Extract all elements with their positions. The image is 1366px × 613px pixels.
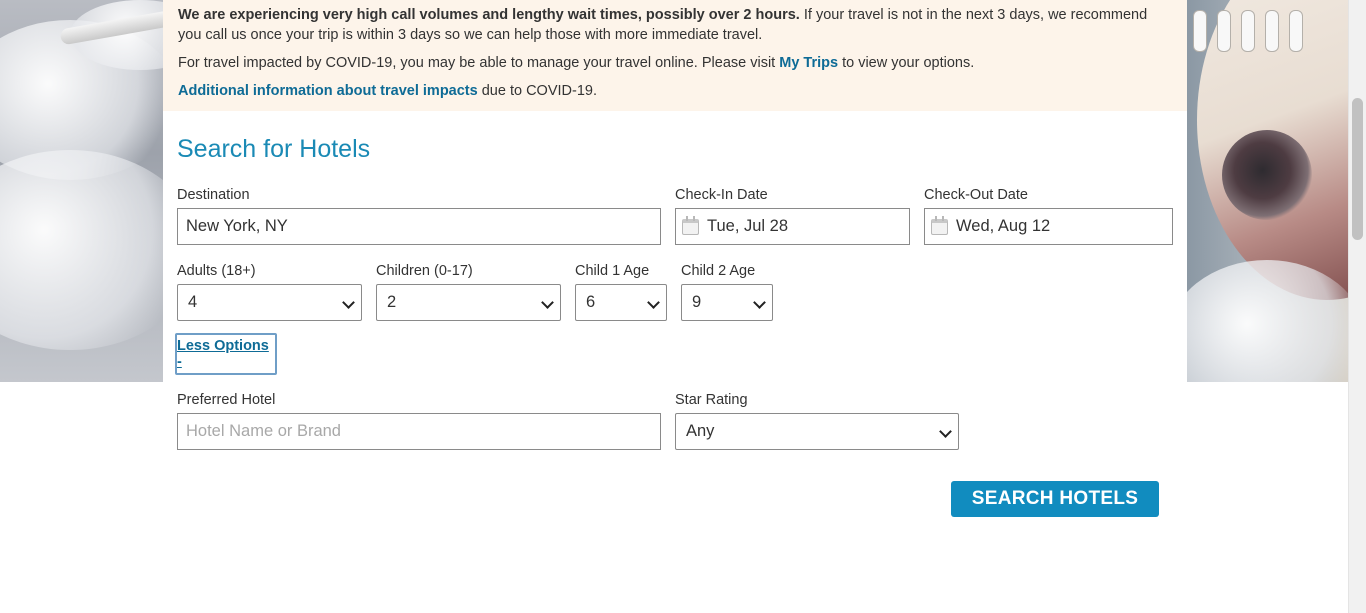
less-options-toggle[interactable]: Less Options - bbox=[175, 333, 277, 375]
checkin-date-value: Tue, Jul 28 bbox=[707, 217, 789, 235]
destination-input[interactable] bbox=[177, 208, 661, 245]
page-scrollbar[interactable] bbox=[1348, 0, 1366, 613]
travel-impacts-link[interactable]: Additional information about travel impa… bbox=[178, 83, 478, 99]
checkin-date-label: Check-In Date bbox=[675, 187, 768, 203]
preferred-hotel-label: Preferred Hotel bbox=[177, 392, 276, 408]
chevron-down-icon bbox=[541, 296, 554, 309]
adults-select[interactable]: 4 bbox=[177, 284, 362, 321]
adults-select-value: 4 bbox=[188, 293, 198, 311]
checkout-date-value: Wed, Aug 12 bbox=[956, 217, 1051, 235]
chevron-down-icon bbox=[342, 296, 355, 309]
page: We are experiencing very high call volum… bbox=[0, 0, 1366, 613]
my-trips-link[interactable]: My Trips bbox=[779, 55, 838, 71]
child2-age-value: 9 bbox=[692, 293, 702, 311]
airplane-window bbox=[1241, 10, 1255, 52]
notice-call-volume: We are experiencing very high call volum… bbox=[178, 5, 1173, 45]
airplane-window bbox=[1193, 10, 1207, 52]
cloud bbox=[1187, 260, 1349, 382]
adults-label: Adults (18+) bbox=[177, 263, 256, 279]
star-rating-select[interactable]: Any bbox=[675, 413, 959, 450]
airplane-engine bbox=[1222, 130, 1312, 220]
children-select[interactable]: 2 bbox=[376, 284, 561, 321]
star-rating-value: Any bbox=[686, 422, 715, 440]
child1-age-label: Child 1 Age bbox=[575, 263, 650, 279]
checkin-date-input[interactable]: Tue, Jul 28 bbox=[675, 208, 910, 245]
children-label: Children (0-17) bbox=[376, 263, 473, 279]
calendar-icon bbox=[931, 215, 948, 235]
child2-age-select[interactable]: 9 bbox=[681, 284, 773, 321]
notice-covid-text: For travel impacted by COVID-19, you may… bbox=[178, 55, 780, 71]
star-rating-label: Star Rating bbox=[675, 392, 748, 408]
scrollbar-thumb[interactable] bbox=[1352, 98, 1363, 240]
chevron-down-icon bbox=[753, 296, 766, 309]
notice-covid-text-end: to view your options. bbox=[838, 55, 975, 71]
airplane-window bbox=[1289, 10, 1303, 52]
notice-covid-manage: For travel impacted by COVID-19, you may… bbox=[178, 53, 1173, 73]
child1-age-value: 6 bbox=[586, 293, 596, 311]
airplane-window bbox=[1217, 10, 1231, 52]
notice-additional-text: due to COVID-19. bbox=[477, 83, 597, 99]
notice-call-volume-bold: We are experiencing very high call volum… bbox=[178, 7, 800, 23]
preferred-hotel-input[interactable] bbox=[177, 413, 661, 450]
checkout-date-label: Check-Out Date bbox=[924, 187, 1028, 203]
airplane-window bbox=[1265, 10, 1279, 52]
checkout-date-input[interactable]: Wed, Aug 12 bbox=[924, 208, 1173, 245]
page-title: Search for Hotels bbox=[177, 135, 371, 163]
child2-age-label: Child 2 Age bbox=[681, 263, 756, 279]
notice-additional-info: Additional information about travel impa… bbox=[178, 81, 1173, 101]
children-select-value: 2 bbox=[387, 293, 397, 311]
chevron-down-icon bbox=[939, 425, 952, 438]
child1-age-select[interactable]: 6 bbox=[575, 284, 667, 321]
search-hotels-button[interactable]: SEARCH HOTELS bbox=[951, 481, 1159, 517]
chevron-down-icon bbox=[647, 296, 660, 309]
calendar-icon bbox=[682, 215, 699, 235]
travel-notice-banner: We are experiencing very high call volum… bbox=[163, 0, 1187, 111]
destination-label: Destination bbox=[177, 187, 250, 203]
airplane-image bbox=[1187, 0, 1349, 382]
hotel-search-card: We are experiencing very high call volum… bbox=[163, 0, 1187, 613]
